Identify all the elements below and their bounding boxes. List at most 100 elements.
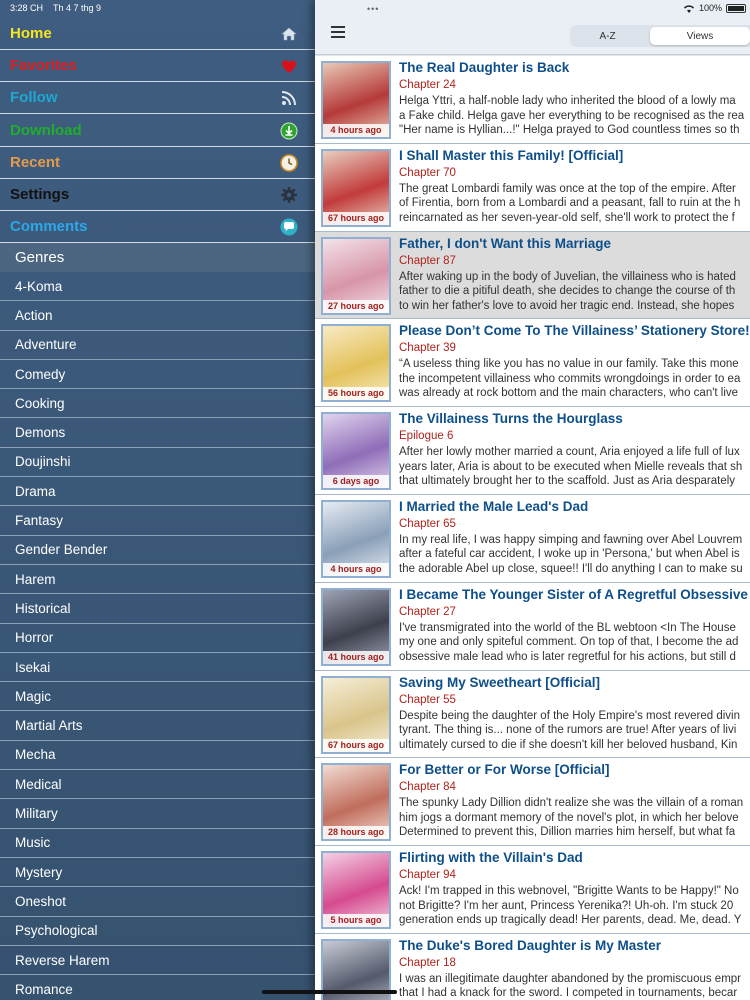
latest-chapter[interactable]: Chapter 70 bbox=[399, 167, 456, 179]
manga-title[interactable]: Father, I don't Want this Marriage bbox=[399, 236, 611, 251]
genre-item[interactable]: Doujinshi bbox=[0, 448, 315, 478]
manga-cover-thumbnail: 67 hours ago bbox=[321, 148, 391, 227]
manga-title[interactable]: I Became The Younger Sister of A Regretf… bbox=[399, 587, 750, 602]
genre-item[interactable]: Psychological bbox=[0, 917, 315, 946]
latest-chapter[interactable]: Chapter 94 bbox=[399, 869, 456, 881]
genre-item[interactable]: Isekai bbox=[0, 653, 315, 683]
genre-item[interactable]: Oneshot bbox=[0, 887, 315, 917]
latest-chapter[interactable]: Chapter 84 bbox=[399, 781, 456, 793]
genre-item[interactable]: Military bbox=[0, 799, 315, 829]
manga-title[interactable]: Please Don’t Come To The Villainess’ Sta… bbox=[399, 323, 750, 338]
description-line: the adorable Abel up close, squee!! I'll… bbox=[399, 562, 743, 575]
menu-item-label: Download bbox=[10, 121, 82, 139]
menu-item-label: Comments bbox=[10, 218, 88, 236]
genre-item[interactable]: Horror bbox=[0, 624, 315, 653]
genre-item[interactable]: Music bbox=[0, 829, 315, 858]
manga-description: The spunky Lady Dillion didn't realize s… bbox=[399, 796, 750, 840]
genre-item[interactable]: Gender Bender bbox=[0, 536, 315, 565]
manga-title[interactable]: Saving My Sweetheart [Official] bbox=[399, 675, 600, 690]
manga-list-item[interactable]: 4 hours ago I Married the Male Lead's Dad… bbox=[315, 494, 750, 583]
menu-item-settings[interactable]: Settings bbox=[0, 179, 315, 211]
manga-list-item[interactable]: 6 days ago The Villainess Turns the Hourg… bbox=[315, 407, 750, 495]
manga-title[interactable]: The Villainess Turns the Hourglass bbox=[399, 411, 623, 426]
latest-chapter[interactable]: Chapter 87 bbox=[399, 255, 456, 267]
updated-ago-label: 67 hours ago bbox=[323, 211, 389, 225]
description-line: "Her name is Hyllian...!" Helga prayed t… bbox=[399, 124, 740, 136]
description-line: was already at rock bottom and the main … bbox=[399, 387, 739, 400]
latest-chapter[interactable]: Chapter 24 bbox=[399, 79, 456, 91]
sort-views-button[interactable]: Views bbox=[650, 27, 750, 45]
manga-title[interactable]: I Shall Master this Family! [Official] bbox=[399, 148, 623, 163]
updated-ago-label: 27 hours ago bbox=[323, 299, 389, 313]
updated-ago-label: 56 hours ago bbox=[323, 387, 389, 401]
menu-item-home[interactable]: Home bbox=[0, 18, 315, 50]
manga-list-item[interactable]: 67 hours ago I Shall Master this Family! … bbox=[315, 143, 750, 232]
genre-item[interactable]: Fantasy bbox=[0, 506, 315, 536]
description-line: that I had a knack for the sword. I comp… bbox=[399, 987, 738, 1000]
status-date: Th 4 7 thg 9 bbox=[53, 3, 102, 13]
genre-item[interactable]: Cooking bbox=[0, 389, 315, 419]
description-line: reincarnated as her seven-year-old self,… bbox=[399, 211, 735, 224]
manga-title[interactable]: The Duke's Bored Daughter is My Master bbox=[399, 938, 661, 953]
genre-item[interactable]: Comedy bbox=[0, 360, 315, 390]
manga-title[interactable]: For Better or For Worse [Official] bbox=[399, 762, 610, 777]
manga-list-item[interactable]: 4 hours ago The Real Daughter is Back Chap… bbox=[315, 56, 750, 144]
manga-description: After her lowly mother married a count, … bbox=[399, 445, 750, 489]
genre-item[interactable]: Demons bbox=[0, 419, 315, 448]
description-line: The spunky Lady Dillion didn't realize s… bbox=[399, 797, 744, 810]
manga-description: Ack! I'm trapped in this webnovel, "Brig… bbox=[399, 884, 750, 928]
menu-toggle-button[interactable] bbox=[331, 26, 345, 38]
genre-item[interactable]: Mecha bbox=[0, 741, 315, 771]
multitasking-dots[interactable]: ••• bbox=[367, 4, 379, 14]
latest-chapter[interactable]: Chapter 65 bbox=[399, 518, 456, 530]
genre-item[interactable]: Reverse Harem bbox=[0, 946, 315, 976]
genre-item[interactable]: Magic bbox=[0, 682, 315, 712]
manga-list-item[interactable]: 41 hours ago I Became The Younger Sister … bbox=[315, 582, 750, 671]
manga-list-item[interactable]: 67 hours ago Saving My Sweetheart [Offici… bbox=[315, 670, 750, 759]
manga-description: “A useless thing like you has no value i… bbox=[399, 357, 750, 401]
genre-item[interactable]: Historical bbox=[0, 594, 315, 624]
home-indicator[interactable] bbox=[262, 990, 397, 994]
sort-az-button[interactable]: A-Z bbox=[570, 27, 645, 45]
status-indicators: 100% bbox=[683, 3, 746, 13]
manga-cover-thumbnail: 5 hours ago bbox=[321, 851, 391, 930]
home-icon bbox=[280, 25, 298, 43]
description-line: The great Lombardi family was once at th… bbox=[399, 182, 736, 195]
description-line: generation ends up tragically dead! Her … bbox=[399, 914, 742, 927]
menu-item-follow[interactable]: Follow bbox=[0, 82, 315, 115]
menu-item-recent[interactable]: Recent bbox=[0, 147, 315, 179]
battery-percent: 100% bbox=[698, 3, 722, 13]
status-bar: 3:28 CH Th 4 7 thg 9 bbox=[0, 0, 315, 18]
latest-chapter[interactable]: Chapter 27 bbox=[399, 606, 456, 618]
manga-list-item[interactable]: 27 hours ago Father, I don't Want this Ma… bbox=[315, 231, 750, 320]
manga-title[interactable]: I Married the Male Lead's Dad bbox=[399, 499, 588, 514]
menu-item-download[interactable]: Download bbox=[0, 115, 315, 147]
genre-item[interactable]: Drama bbox=[0, 477, 315, 507]
manga-description: After waking up in the body of Juvelian,… bbox=[399, 270, 750, 314]
manga-title[interactable]: The Real Daughter is Back bbox=[399, 60, 569, 75]
top-bar: ••• 100% A-Z Views bbox=[315, 0, 750, 55]
genre-item[interactable]: Romance bbox=[0, 975, 315, 1000]
genre-item[interactable]: Action bbox=[0, 301, 315, 331]
genre-item[interactable]: Medical bbox=[0, 770, 315, 800]
menu-item-comments[interactable]: Comments bbox=[0, 211, 315, 244]
manga-description: I've transmigrated into the world of the… bbox=[399, 621, 750, 665]
genre-item[interactable]: Mystery bbox=[0, 858, 315, 888]
manga-list-item[interactable]: 56 hours ago Please Don’t Come To The Vil… bbox=[315, 319, 750, 408]
latest-chapter[interactable]: Epilogue 6 bbox=[399, 430, 453, 442]
manga-title[interactable]: Flirting with the Villain's Dad bbox=[399, 850, 583, 865]
genre-item[interactable]: 4-Koma bbox=[0, 272, 315, 302]
genre-item[interactable]: Harem bbox=[0, 565, 315, 595]
latest-chapter[interactable]: Chapter 18 bbox=[399, 957, 456, 969]
manga-list-item[interactable]: 28 hours ago For Better or For Worse [Off… bbox=[315, 758, 750, 847]
latest-chapter[interactable]: Chapter 39 bbox=[399, 342, 456, 354]
menu-item-favorites[interactable]: Favorites bbox=[0, 50, 315, 83]
description-line: obsessive male lead who is later regretf… bbox=[399, 650, 736, 663]
description-line: After waking up in the body of Juvelian,… bbox=[399, 270, 736, 283]
genre-item[interactable]: Adventure bbox=[0, 331, 315, 360]
manga-list-item[interactable]: 5 hours ago Flirting with the Villain's D… bbox=[315, 846, 750, 934]
latest-chapter[interactable]: Chapter 55 bbox=[399, 694, 456, 706]
genre-item[interactable]: Martial Arts bbox=[0, 712, 315, 741]
description-line: In my real life, I was happy simping and… bbox=[399, 533, 743, 546]
menu-item-label: Recent bbox=[10, 153, 61, 171]
